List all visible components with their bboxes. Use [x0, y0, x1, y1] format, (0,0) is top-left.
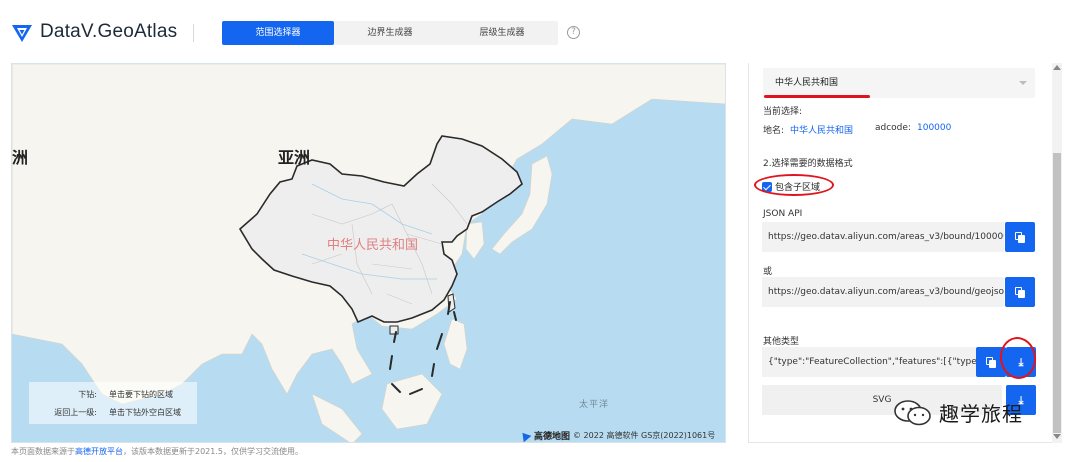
- datav-logo-icon: [12, 25, 32, 42]
- header-divider: [193, 24, 194, 42]
- chevron-down-icon: [1019, 81, 1027, 85]
- app-root: DataV.GeoAtlas 范围选择器 边界生成器 层级生成器 ? 洲 亚洲 …: [0, 0, 1080, 462]
- tool-tabs: 范围选择器 边界生成器 层级生成器: [222, 21, 558, 45]
- red-annotation-underline: [764, 95, 870, 98]
- tab-hierarchy-generator[interactable]: 层级生成器: [446, 21, 558, 45]
- philippines-landmass: [443, 318, 468, 370]
- footer-prefix: 本页面数据来源于: [11, 447, 75, 456]
- adcode-value: 100000: [917, 123, 952, 133]
- or-label: 或: [763, 267, 773, 277]
- header: DataV.GeoAtlas 范围选择器 边界生成器 层级生成器 ?: [0, 0, 1080, 64]
- map-view[interactable]: 洲 亚洲 中华人民共和国 太平洋 下钻: 单击要下钻的区域 返回上一级: 单击下…: [11, 63, 726, 443]
- korea-landmass: [465, 221, 485, 260]
- attribution-text: © 2022 高德软件 GS京(2022)1061号: [573, 431, 716, 440]
- step2-heading: 2.选择需要的数据格式: [763, 159, 853, 169]
- scroll-thumb[interactable]: [1053, 153, 1061, 433]
- amap-arrow-icon: [518, 429, 532, 442]
- amap-open-platform-link[interactable]: 高德开放平台: [75, 447, 123, 456]
- json-api-url-field[interactable]: https://geo.datav.aliyun.com/areas_v3/bo…: [762, 222, 1004, 252]
- legend-key: 返回上一级:: [54, 408, 97, 417]
- copy-icon: [1015, 231, 1025, 243]
- copy-icon: [986, 356, 996, 368]
- legend-value: 单击要下钻的区域: [109, 390, 173, 399]
- help-icon[interactable]: ?: [567, 26, 580, 39]
- tab-range-selector[interactable]: 范围选择器: [222, 21, 334, 45]
- place-name-label: 地名:: [763, 126, 785, 136]
- place-name-value: 中华人民共和国: [790, 126, 854, 136]
- panel-scrollbar[interactable]: [1052, 63, 1062, 443]
- map-label-pacific: 太平洋: [579, 400, 610, 410]
- current-selection-label: 当前选择:: [763, 107, 803, 117]
- region-select[interactable]: 中华人民共和国: [763, 68, 1035, 98]
- legend-key: 下钻:: [78, 390, 97, 399]
- borneo-landmass: [381, 373, 443, 430]
- map-legend: 下钻: 单击要下钻的区域 返回上一级: 单击下钻外空白区域: [29, 382, 197, 424]
- map-label-asia-partial: 洲: [12, 148, 29, 167]
- wechat-icon: [894, 399, 931, 425]
- copy-geojson-button[interactable]: [1005, 277, 1035, 307]
- logo-text: DataV.GeoAtlas: [40, 21, 178, 42]
- region-select-value: 中华人民共和国: [775, 78, 839, 88]
- red-annotation-circle: [754, 174, 834, 196]
- scroll-up-icon[interactable]: [1053, 65, 1061, 70]
- footer-suffix: ，该版本数据更新于2021.5，仅供学习交流使用。: [123, 447, 303, 456]
- amap-logo: 高德地图: [534, 432, 571, 442]
- json-api-label: JSON API: [763, 209, 803, 219]
- tab-boundary-generator[interactable]: 边界生成器: [334, 21, 446, 45]
- map-label-china: 中华人民共和国: [327, 238, 419, 253]
- scroll-down-icon[interactable]: [1053, 434, 1061, 439]
- watermark-text: 趣学旅程: [939, 402, 1023, 426]
- copy-json-api-button[interactable]: [1005, 222, 1035, 252]
- footer-note: 本页面数据来源于高德开放平台，该版本数据更新于2021.5，仅供学习交流使用。: [11, 446, 303, 457]
- adcode-label: adcode:: [875, 123, 911, 133]
- geojson-url-field[interactable]: https://geo.datav.aliyun.com/areas_v3/bo…: [762, 277, 1004, 307]
- legend-value: 单击下钻外空白区域: [109, 408, 181, 417]
- copy-icon: [1015, 286, 1025, 298]
- map-label-asia: 亚洲: [278, 148, 311, 167]
- other-types-label: 其他类型: [763, 337, 800, 347]
- logo[interactable]: DataV.GeoAtlas: [10, 20, 177, 44]
- wechat-watermark: 趣学旅程: [893, 398, 1023, 427]
- sumatra-landmass: [311, 393, 363, 442]
- geojson-preview-field[interactable]: {"type":"FeatureCollection","features":[…: [762, 347, 976, 377]
- map-attribution: 高德地图 © 2022 高德软件 GS京(2022)1061号: [518, 429, 716, 442]
